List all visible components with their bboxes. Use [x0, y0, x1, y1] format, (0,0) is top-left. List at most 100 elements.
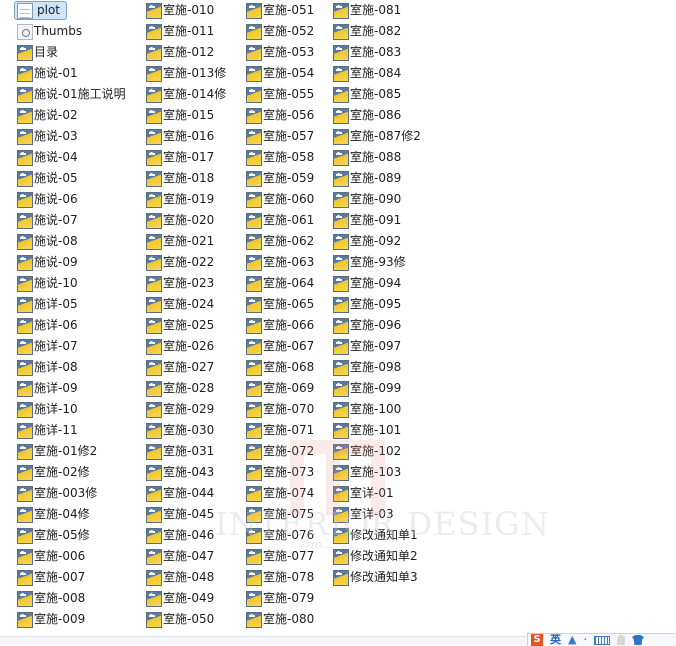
file-item[interactable]: 室施-082: [333, 22, 401, 41]
file-list-view[interactable]: plot Thumbs 目录 施说-01 施说-01施工说明 施说-02 施说-03 施说-0…: [0, 0, 676, 636]
file-item[interactable]: 室施-081: [333, 1, 401, 20]
file-item[interactable]: 室施-048: [146, 568, 214, 587]
file-item[interactable]: 室施-073: [246, 463, 314, 482]
file-item[interactable]: 室施-025: [146, 316, 214, 335]
file-item[interactable]: 施说-01: [17, 64, 78, 83]
file-item[interactable]: 室施-099: [333, 379, 401, 398]
file-item[interactable]: 施详-09: [17, 379, 78, 398]
sogou-logo-icon[interactable]: S: [531, 634, 543, 646]
file-item[interactable]: 修改通知单2: [333, 547, 418, 566]
dot-icon[interactable]: ·: [583, 634, 587, 646]
file-item[interactable]: 室施-049: [146, 589, 214, 608]
file-item[interactable]: 室施-017: [146, 148, 214, 167]
file-item[interactable]: 室施-058: [246, 148, 314, 167]
file-item[interactable]: 施说-03: [17, 127, 78, 146]
file-item[interactable]: 室施-02修: [17, 463, 90, 482]
file-item[interactable]: 室施-089: [333, 169, 401, 188]
file-item[interactable]: 室施-028: [146, 379, 214, 398]
file-item[interactable]: 室施-027: [146, 358, 214, 377]
punctuation-icon[interactable]: ▲: [568, 634, 576, 646]
file-item[interactable]: 室施-060: [246, 190, 314, 209]
file-item[interactable]: 室施-077: [246, 547, 314, 566]
file-item[interactable]: 室施-05修: [17, 526, 90, 545]
file-item[interactable]: 施说-06: [17, 190, 78, 209]
file-item[interactable]: 施说-05: [17, 169, 78, 188]
file-item[interactable]: 室施-006: [17, 547, 85, 566]
file-item[interactable]: 室施-024: [146, 295, 214, 314]
file-item[interactable]: 施说-04: [17, 148, 78, 167]
file-item[interactable]: 室施-096: [333, 316, 401, 335]
file-item[interactable]: 室施-022: [146, 253, 214, 272]
file-item[interactable]: 室施-062: [246, 232, 314, 251]
file-item[interactable]: 室施-102: [333, 442, 401, 461]
file-item[interactable]: 施详-11: [17, 421, 78, 440]
file-item[interactable]: 室施-063: [246, 253, 314, 272]
file-item[interactable]: 室施-059: [246, 169, 314, 188]
file-item[interactable]: 室施-026: [146, 337, 214, 356]
file-item[interactable]: 修改通知单3: [333, 568, 418, 587]
file-item[interactable]: 室施-054: [246, 64, 314, 83]
file-item[interactable]: 室施-020: [146, 211, 214, 230]
file-item[interactable]: 室施-047: [146, 547, 214, 566]
file-item[interactable]: 室施-012: [146, 43, 214, 62]
file-item[interactable]: 室施-064: [246, 274, 314, 293]
file-item[interactable]: 施详-10: [17, 400, 78, 419]
file-item[interactable]: 室施-086: [333, 106, 401, 125]
file-item[interactable]: 施说-07: [17, 211, 78, 230]
file-item[interactable]: 施说-02: [17, 106, 78, 125]
file-item[interactable]: 室施-046: [146, 526, 214, 545]
file-item[interactable]: 室施-067: [246, 337, 314, 356]
file-item[interactable]: 室施-091: [333, 211, 401, 230]
file-item[interactable]: 室详-03: [333, 505, 394, 524]
file-item[interactable]: 施详-05: [17, 295, 78, 314]
file-item[interactable]: 室施-93修: [333, 253, 406, 272]
file-item[interactable]: 室施-079: [246, 589, 314, 608]
file-item[interactable]: 室施-052: [246, 22, 314, 41]
file-item[interactable]: 室施-008: [17, 589, 85, 608]
file-item[interactable]: 室施-080: [246, 610, 314, 629]
file-item[interactable]: 室施-074: [246, 484, 314, 503]
file-item[interactable]: 室施-057: [246, 127, 314, 146]
file-item[interactable]: 室施-061: [246, 211, 314, 230]
file-item[interactable]: 室施-098: [333, 358, 401, 377]
file-item[interactable]: 室施-069: [246, 379, 314, 398]
file-item[interactable]: 室施-066: [246, 316, 314, 335]
file-item[interactable]: 室施-100: [333, 400, 401, 419]
file-item[interactable]: Thumbs: [17, 22, 82, 41]
file-item[interactable]: 室施-016: [146, 127, 214, 146]
file-item[interactable]: 室施-083: [333, 43, 401, 62]
file-item[interactable]: 施详-08: [17, 358, 78, 377]
file-item[interactable]: 室施-090: [333, 190, 401, 209]
file-item[interactable]: 室施-092: [333, 232, 401, 251]
file-item[interactable]: 室施-010: [146, 1, 214, 20]
file-item[interactable]: 室施-04修: [17, 505, 90, 524]
file-item[interactable]: 室施-094: [333, 274, 401, 293]
file-item[interactable]: 施说-09: [17, 253, 78, 272]
ime-language-toggle[interactable]: 英: [550, 634, 561, 646]
file-item[interactable]: 施说-10: [17, 274, 78, 293]
file-item[interactable]: 室施-097: [333, 337, 401, 356]
file-item[interactable]: 室施-050: [146, 610, 214, 629]
file-item[interactable]: 室施-045: [146, 505, 214, 524]
file-item[interactable]: 室施-003修: [17, 484, 97, 503]
file-item[interactable]: 室施-101: [333, 421, 401, 440]
file-item[interactable]: 室施-044: [146, 484, 214, 503]
file-item[interactable]: 室施-070: [246, 400, 314, 419]
file-item[interactable]: 室施-031: [146, 442, 214, 461]
file-item[interactable]: 室施-015: [146, 106, 214, 125]
file-item[interactable]: 室施-068: [246, 358, 314, 377]
file-item[interactable]: 室施-065: [246, 295, 314, 314]
user-icon[interactable]: [616, 635, 625, 645]
ime-toolbar[interactable]: S 英 ▲ ·: [527, 633, 676, 646]
file-item[interactable]: 室施-014修: [146, 85, 226, 104]
file-item[interactable]: 室施-01修2: [17, 442, 97, 461]
file-item[interactable]: plot: [14, 1, 67, 20]
file-item[interactable]: 室施-103: [333, 463, 401, 482]
keyboard-icon[interactable]: [593, 636, 610, 645]
file-item[interactable]: 室施-021: [146, 232, 214, 251]
file-item[interactable]: 室施-088: [333, 148, 401, 167]
file-item[interactable]: 室施-030: [146, 421, 214, 440]
file-item[interactable]: 室施-078: [246, 568, 314, 587]
file-item[interactable]: 室施-007: [17, 568, 85, 587]
file-item[interactable]: 室施-084: [333, 64, 401, 83]
